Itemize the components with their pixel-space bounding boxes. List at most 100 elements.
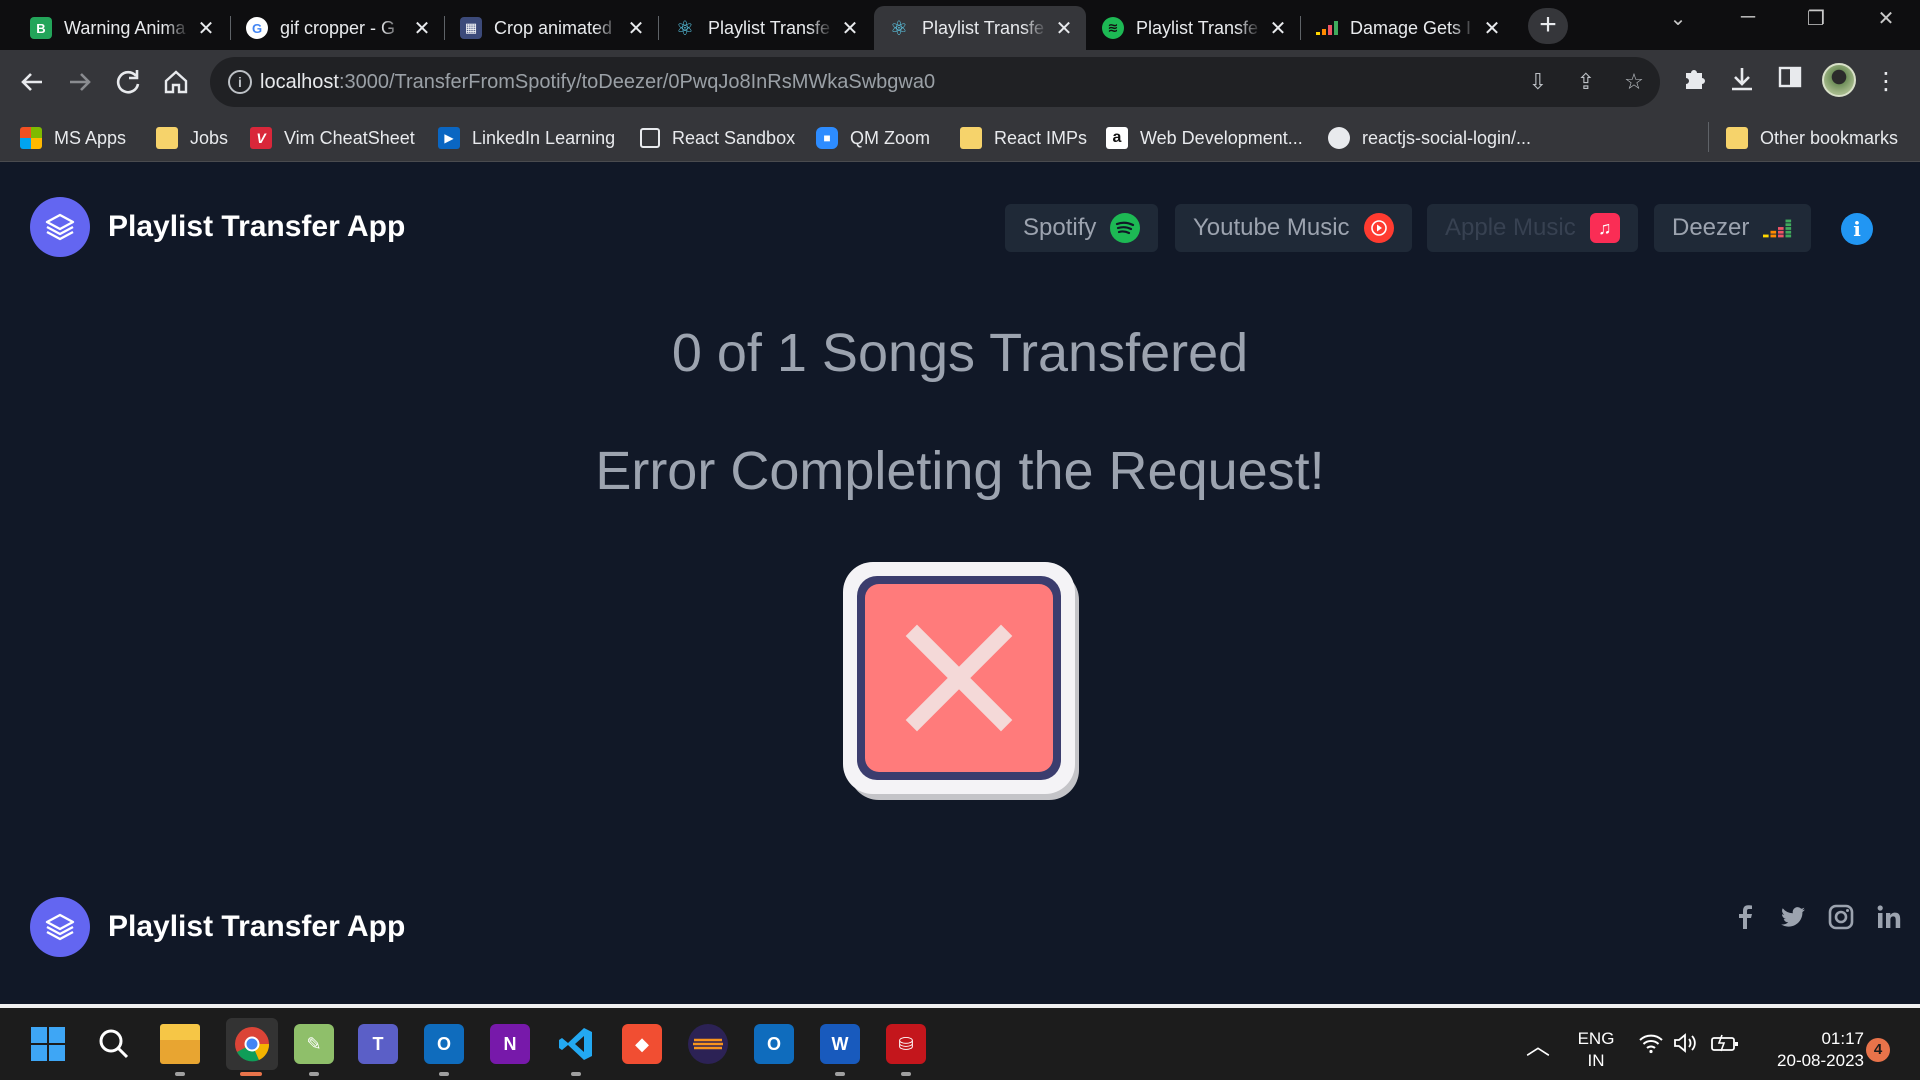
site-info-icon[interactable]: i <box>228 70 252 94</box>
close-window-icon[interactable]: ✕ <box>1866 6 1906 31</box>
footer-brand[interactable]: Playlist Transfer App <box>30 897 405 957</box>
youtube-music-button[interactable]: Youtube Music <box>1175 204 1412 252</box>
apple-music-icon: ♫ <box>1589 213 1620 243</box>
minimize-icon[interactable]: ─ <box>1728 6 1768 29</box>
bookmark-qm-zoom[interactable]: ■ QM Zoom <box>816 124 930 152</box>
vscode-icon[interactable] <box>556 1024 596 1064</box>
running-indicator <box>240 1072 262 1076</box>
back-icon[interactable] <box>14 64 50 100</box>
browser-tab[interactable]: G gif cropper - G ✕ <box>232 6 444 50</box>
clock-time: 01:17 <box>1821 1029 1864 1048</box>
service-label: Spotify <box>1023 214 1097 241</box>
battery-icon[interactable] <box>1710 1032 1740 1059</box>
bookmark-reactjs-social-login[interactable]: reactjs-social-login/... <box>1328 124 1531 152</box>
reload-icon[interactable] <box>110 64 146 100</box>
home-icon[interactable] <box>158 64 194 100</box>
bookmark-vim-cheatsheet[interactable]: V Vim CheatSheet <box>250 124 415 152</box>
outlook-icon[interactable]: O <box>424 1024 464 1064</box>
tab-search-icon[interactable]: ⌄ <box>1658 6 1698 31</box>
restore-icon[interactable]: ❐ <box>1796 6 1836 31</box>
windows-start-icon[interactable] <box>28 1024 68 1064</box>
bookmark-linkedin-learning[interactable]: ▶ LinkedIn Learning <box>438 124 615 152</box>
bookmark-label: Web Development... <box>1140 127 1303 148</box>
git-icon[interactable]: ◆ <box>622 1024 662 1064</box>
language-indicator[interactable]: ENG IN <box>1574 1028 1618 1072</box>
github-icon <box>1328 127 1350 149</box>
bookmark-react-sandbox[interactable]: React Sandbox <box>640 124 795 152</box>
address-bar[interactable]: i localhost:3000/TransferFromSpotify/toD… <box>210 57 1660 107</box>
file-explorer-icon[interactable] <box>160 1024 200 1064</box>
eclipse-icon[interactable] <box>688 1024 728 1064</box>
running-indicator <box>439 1072 449 1076</box>
bookmark-label: React Sandbox <box>672 127 796 148</box>
spotify-button[interactable]: Spotify <box>1005 204 1159 252</box>
notification-badge[interactable]: 4 <box>1866 1038 1890 1062</box>
url-text[interactable]: localhost:3000/TransferFromSpotify/toDee… <box>260 71 935 94</box>
service-label: Youtube Music <box>1193 214 1350 241</box>
clock[interactable]: 01:17 20-08-2023 <box>1752 1028 1864 1072</box>
teams-icon[interactable]: T <box>358 1024 398 1064</box>
bookmark-react-imps[interactable]: React IMPs <box>960 124 1087 152</box>
close-tab-icon[interactable]: ✕ <box>626 16 646 41</box>
url-path: :3000/TransferFromSpotify/toDeezer/0PwqJ… <box>338 71 936 93</box>
side-panel-icon[interactable] <box>1772 64 1808 100</box>
install-app-icon[interactable]: ⇩ <box>1524 68 1552 96</box>
browser-tab-active[interactable]: ⚛ Playlist Transfe ✕ <box>874 6 1086 50</box>
share-icon[interactable]: ⇪ <box>1572 68 1600 96</box>
word-icon[interactable]: W <box>820 1024 860 1064</box>
twitter-icon[interactable] <box>1778 902 1808 932</box>
browser-tab[interactable]: B Warning Anima ✕ <box>16 6 228 50</box>
outlook-icon[interactable]: O <box>754 1024 794 1064</box>
extensions-icon[interactable] <box>1676 64 1712 100</box>
bookmark-jobs[interactable]: Jobs <box>156 124 228 152</box>
bookmark-ms-apps[interactable]: MS Apps <box>20 124 126 152</box>
other-bookmarks[interactable]: Other bookmarks <box>1726 124 1898 152</box>
profile-avatar[interactable] <box>1822 63 1856 97</box>
notepad-plus-icon[interactable]: ✎ <box>294 1024 334 1064</box>
tab-title: gif cropper - G <box>280 17 396 38</box>
new-tab-button[interactable]: + <box>1528 8 1568 44</box>
browser-tab[interactable]: ⚛ Playlist Transfe ✕ <box>660 6 872 50</box>
tab-title: Damage Gets I <box>1350 17 1472 38</box>
chrome-menu-icon[interactable]: ⋮ <box>1868 64 1904 100</box>
header-brand[interactable]: Playlist Transfer App <box>30 197 405 257</box>
wifi-icon[interactable] <box>1638 1032 1664 1060</box>
react-icon: ⚛ <box>890 17 908 40</box>
show-hidden-icons-icon[interactable]: ︿ <box>1526 1026 1550 1061</box>
search-icon[interactable] <box>94 1024 134 1064</box>
close-tab-icon[interactable]: ✕ <box>412 16 432 41</box>
close-tab-icon[interactable]: ✕ <box>1482 16 1502 41</box>
apple-music-button[interactable]: Apple Music ♫ <box>1427 204 1638 252</box>
browser-tab[interactable]: Damage Gets I ✕ <box>1302 6 1514 50</box>
close-tab-icon[interactable]: ✕ <box>1268 16 1288 41</box>
deezer-icon <box>1316 17 1338 39</box>
tab-divider <box>1300 16 1301 40</box>
bookmark-label: MS Apps <box>54 127 127 148</box>
facebook-icon[interactable] <box>1730 902 1760 932</box>
close-tab-icon[interactable]: ✕ <box>840 16 860 41</box>
bookmark-star-icon[interactable]: ☆ <box>1620 68 1648 96</box>
square-icon <box>640 128 660 148</box>
zoom-icon: ■ <box>816 127 838 149</box>
chrome-icon[interactable] <box>226 1018 278 1070</box>
close-tab-icon[interactable]: ✕ <box>196 16 216 41</box>
forward-icon[interactable] <box>62 64 98 100</box>
tab-divider <box>444 16 445 40</box>
transfer-progress-text: 0 of 1 Songs Transfered <box>671 323 1249 383</box>
bookmark-label: Jobs <box>190 127 229 148</box>
info-button[interactable]: i <box>1841 213 1873 245</box>
bookmark-label: LinkedIn Learning <box>472 127 616 148</box>
downloads-icon[interactable] <box>1724 64 1760 100</box>
instagram-icon[interactable] <box>1826 902 1856 932</box>
vim-icon: V <box>250 127 272 149</box>
volume-icon[interactable] <box>1672 1032 1698 1059</box>
browser-tab[interactable]: ▦ Crop animated ✕ <box>446 6 658 50</box>
bookmark-label: Vim CheatSheet <box>284 127 415 148</box>
acrobat-icon[interactable]: ⛁ <box>886 1024 926 1064</box>
linkedin-icon[interactable] <box>1874 902 1904 932</box>
close-tab-icon[interactable]: ✕ <box>1054 16 1074 41</box>
onenote-icon[interactable]: N <box>490 1024 530 1064</box>
deezer-button[interactable]: Deezer <box>1654 204 1812 252</box>
browser-tab[interactable]: ≋ Playlist Transfe ✕ <box>1088 6 1300 50</box>
bookmark-web-development[interactable]: a Web Development... <box>1106 124 1303 152</box>
